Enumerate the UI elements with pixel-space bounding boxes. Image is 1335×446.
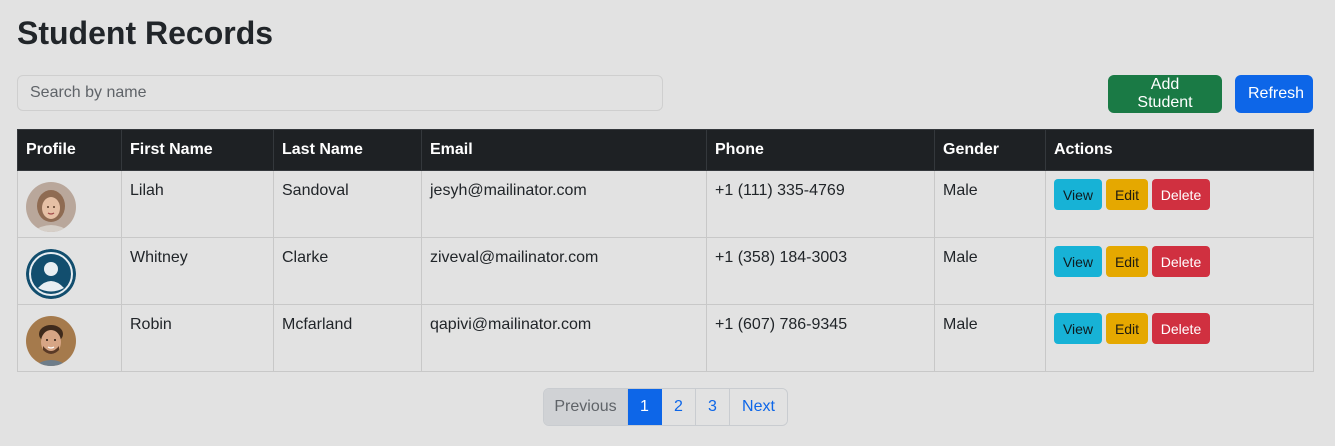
actions-cell: View Edit Delete xyxy=(1045,304,1314,372)
search-input[interactable] xyxy=(17,75,663,111)
first-name-cell: Robin xyxy=(121,304,274,372)
email-cell: ziveval@mailinator.com xyxy=(421,237,707,305)
view-button[interactable]: View xyxy=(1054,179,1102,210)
column-header-last-name: Last Name xyxy=(273,129,422,171)
view-button[interactable]: View xyxy=(1054,313,1102,344)
pagination-page-1[interactable]: 1 xyxy=(628,389,662,425)
column-header-phone: Phone xyxy=(706,129,935,171)
edit-button[interactable]: Edit xyxy=(1106,246,1148,277)
last-name-cell: Mcfarland xyxy=(273,304,422,372)
column-header-profile: Profile xyxy=(17,129,122,171)
gender-cell: Male xyxy=(934,237,1046,305)
gender-cell: Male xyxy=(934,170,1046,238)
last-name-cell: Sandoval xyxy=(273,170,422,238)
table-row: Whitney Clarke ziveval@mailinator.com +1… xyxy=(17,237,1314,305)
default-user-avatar xyxy=(26,249,76,299)
pagination-page-2[interactable]: 2 xyxy=(662,389,696,425)
student-table: Profile First Name Last Name Email Phone… xyxy=(17,129,1314,372)
delete-button[interactable]: Delete xyxy=(1152,179,1210,210)
phone-cell: +1 (607) 786-9345 xyxy=(706,304,935,372)
man-photo-avatar xyxy=(26,316,76,366)
profile-cell xyxy=(17,237,122,305)
refresh-button[interactable]: Refresh xyxy=(1235,75,1313,113)
table-row: Robin Mcfarland qapivi@mailinator.com +1… xyxy=(17,304,1314,372)
edit-button[interactable]: Edit xyxy=(1106,313,1148,344)
page-title: Student Records xyxy=(17,15,274,51)
pagination-previous-button[interactable]: Previous xyxy=(544,389,628,425)
phone-cell: +1 (111) 335-4769 xyxy=(706,170,935,238)
profile-cell xyxy=(17,170,122,238)
column-header-first-name: First Name xyxy=(121,129,274,171)
actions-cell: View Edit Delete xyxy=(1045,237,1314,305)
view-button[interactable]: View xyxy=(1054,246,1102,277)
table-header-row: Profile First Name Last Name Email Phone… xyxy=(17,129,1314,171)
column-header-email: Email xyxy=(421,129,707,171)
email-cell: jesyh@mailinator.com xyxy=(421,170,707,238)
column-header-actions: Actions xyxy=(1045,129,1314,171)
first-name-cell: Lilah xyxy=(121,170,274,238)
first-name-cell: Whitney xyxy=(121,237,274,305)
edit-button[interactable]: Edit xyxy=(1106,179,1148,210)
last-name-cell: Clarke xyxy=(273,237,422,305)
table-row: Lilah Sandoval jesyh@mailinator.com +1 (… xyxy=(17,170,1314,238)
pagination-next-button[interactable]: Next xyxy=(730,389,787,425)
phone-cell: +1 (358) 184-3003 xyxy=(706,237,935,305)
delete-button[interactable]: Delete xyxy=(1152,313,1210,344)
add-student-button[interactable]: Add Student xyxy=(1108,75,1222,113)
actions-cell: View Edit Delete xyxy=(1045,170,1314,238)
profile-cell xyxy=(17,304,122,372)
pagination: Previous 1 2 3 Next xyxy=(543,388,788,426)
delete-button[interactable]: Delete xyxy=(1152,246,1210,277)
woman-photo-avatar xyxy=(26,182,76,232)
pagination-page-3[interactable]: 3 xyxy=(696,389,730,425)
gender-cell: Male xyxy=(934,304,1046,372)
column-header-gender: Gender xyxy=(934,129,1046,171)
email-cell: qapivi@mailinator.com xyxy=(421,304,707,372)
